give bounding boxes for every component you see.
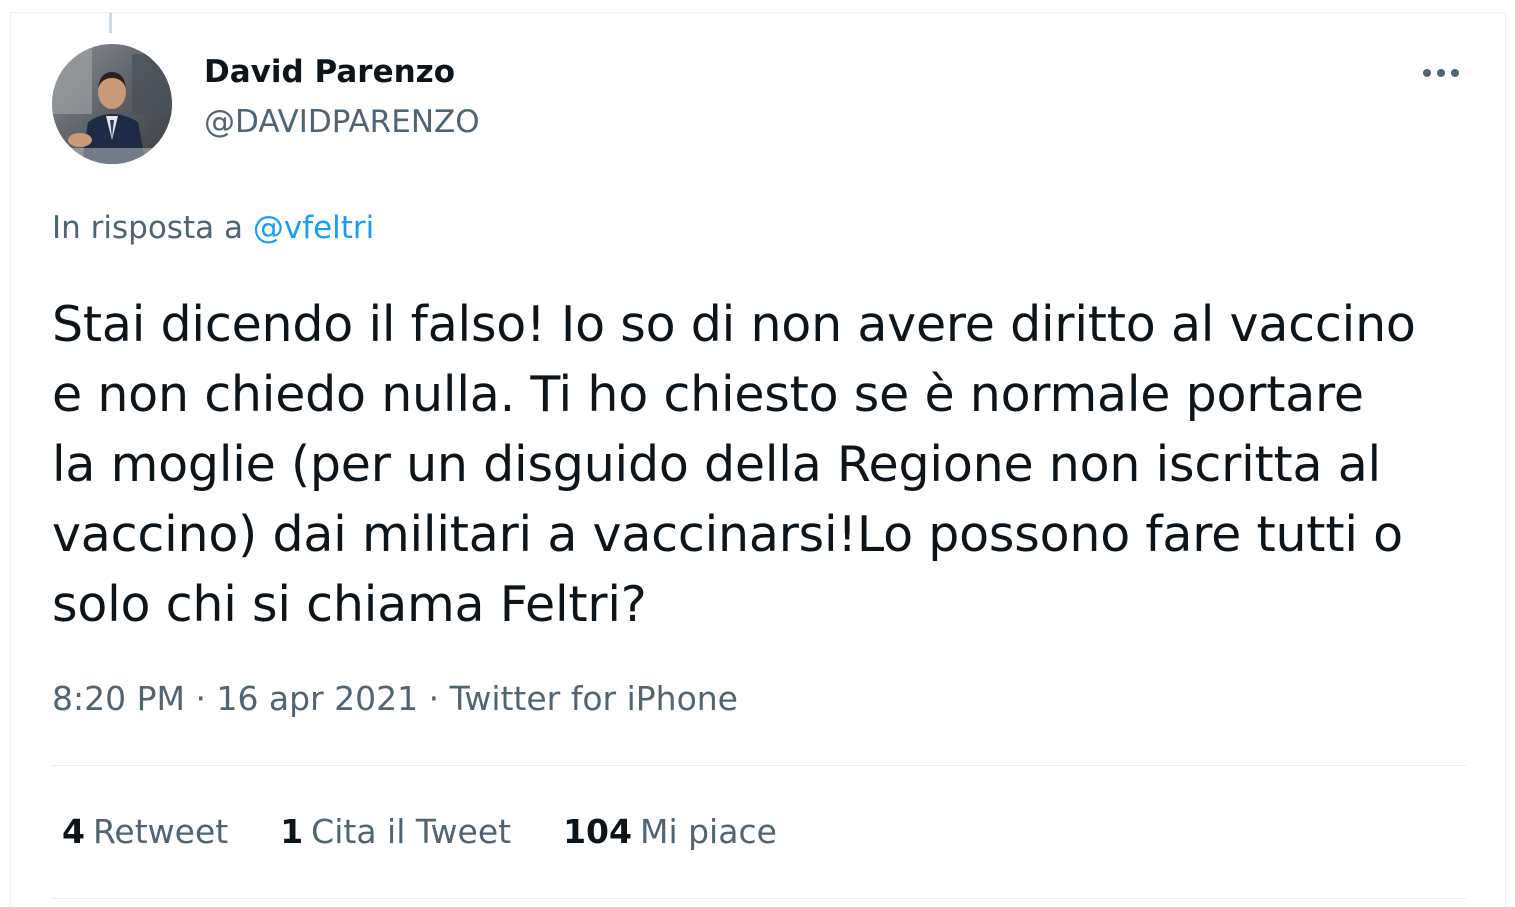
thread-connector xyxy=(109,13,112,33)
likes-stat[interactable]: 104 Mi piace xyxy=(563,812,777,851)
tweet-metadata: 8:20 PM · 16 apr 2021 · Twitter for iPho… xyxy=(52,679,738,718)
avatar[interactable] xyxy=(52,44,172,164)
meta-separator: · xyxy=(418,679,450,718)
right-border xyxy=(1505,12,1506,907)
tweet-stats: 4 Retweet 1 Cita il Tweet 104 Mi piace xyxy=(62,812,829,851)
quote-tweets-stat[interactable]: 1 Cita il Tweet xyxy=(280,812,511,851)
tweet-time-link[interactable]: 8:20 PM xyxy=(52,679,185,718)
divider xyxy=(52,898,1466,899)
reply-mention-link[interactable]: @vfeltri xyxy=(253,210,374,246)
tweet-date-link[interactable]: 16 apr 2021 xyxy=(216,679,418,718)
meta-separator: · xyxy=(184,679,217,718)
quote-label: Cita il Tweet xyxy=(311,812,512,851)
left-border xyxy=(10,12,11,907)
quote-count: 1 xyxy=(280,812,304,851)
tweet-detail: David Parenzo @DAVIDPARENZO In risposta … xyxy=(0,0,1515,907)
more-horizontal-icon xyxy=(1423,69,1459,77)
retweet-count: 4 xyxy=(62,812,85,851)
more-options-button[interactable] xyxy=(1416,58,1466,88)
top-border xyxy=(10,12,1506,13)
tweet-text-line: la moglie (per un disguido della Regione… xyxy=(52,436,1381,493)
avatar-photo xyxy=(52,44,172,164)
author-display-name[interactable]: David Parenzo xyxy=(204,54,455,90)
reply-prefix: In risposta a xyxy=(52,210,243,246)
tweet-text-line: solo chi si chiama Feltri? xyxy=(52,576,647,633)
tweet-text-line: Stai dicendo il falso! Io so di non aver… xyxy=(52,296,1416,353)
tweet-text-line: e non chiedo nulla. Ti ho chiesto se è n… xyxy=(52,366,1364,423)
tweet-text: Stai dicendo il falso! Io so di non aver… xyxy=(52,290,1482,640)
reply-context: In risposta a @vfeltri xyxy=(52,210,374,246)
author-handle[interactable]: @DAVIDPARENZO xyxy=(204,104,480,140)
like-count: 104 xyxy=(563,812,632,851)
like-label: Mi piace xyxy=(639,812,777,851)
tweet-source-link[interactable]: Twitter for iPhone xyxy=(450,679,738,718)
retweets-stat[interactable]: 4 Retweet xyxy=(62,812,228,851)
tweet-text-line: vaccino) dai militari a vaccinarsi!Lo po… xyxy=(52,506,1403,563)
divider xyxy=(52,765,1466,766)
retweet-label: Retweet xyxy=(92,812,229,851)
